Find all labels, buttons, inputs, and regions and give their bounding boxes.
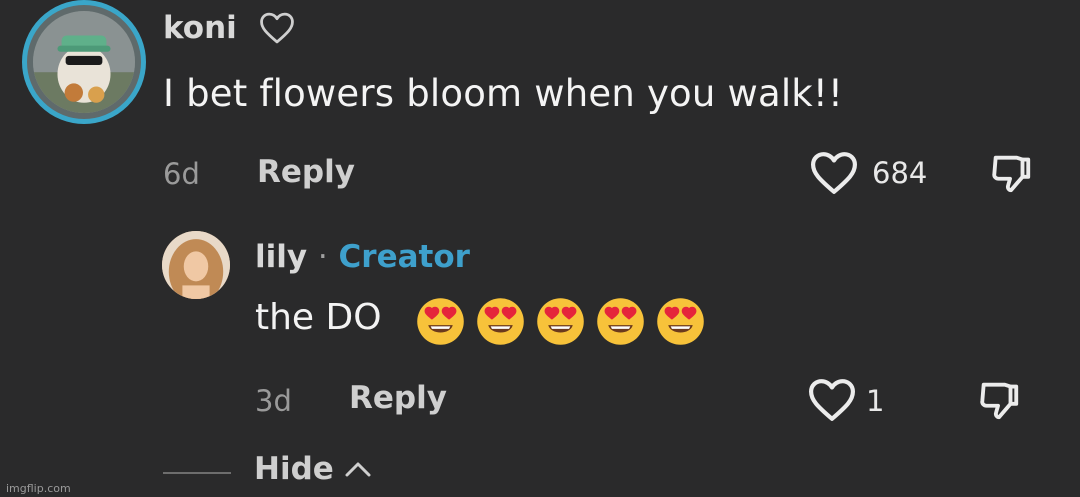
reply-like-heart-icon[interactable] (806, 377, 858, 423)
reply-username-line: lily · Creator (255, 239, 470, 275)
dislike-icon[interactable] (988, 150, 1034, 196)
reply-timestamp: 3d (255, 384, 292, 418)
heart-eyes-emoji-icon (657, 298, 704, 345)
reply-reply-button[interactable]: Reply (349, 380, 447, 416)
reply-username[interactable]: lily (255, 239, 307, 275)
comment-timestamp: 6d (163, 157, 200, 191)
comment-text: I bet flowers bloom when you walk!! (163, 72, 843, 115)
comment-username[interactable]: koni (163, 10, 237, 46)
reply-dislike-icon[interactable] (976, 377, 1022, 423)
chevron-up-icon[interactable] (343, 459, 373, 479)
reply-text: the DO (255, 297, 382, 338)
reply-button[interactable]: Reply (257, 154, 355, 190)
separator-dot: · (317, 239, 328, 275)
heart-eyes-emoji-icon (477, 298, 524, 345)
divider-line (163, 472, 231, 474)
heart-outline-icon[interactable] (258, 11, 296, 45)
reply-like-count: 1 (866, 384, 885, 418)
creator-badge: Creator (338, 239, 470, 275)
heart-eyes-emoji-icon (417, 298, 464, 345)
emoji-row (416, 297, 705, 347)
watermark: imgflip.com (6, 482, 71, 495)
like-heart-icon[interactable] (808, 150, 860, 196)
hide-replies-button[interactable]: Hide (254, 451, 334, 487)
avatar[interactable] (22, 0, 146, 124)
heart-eyes-emoji-icon (537, 298, 584, 345)
reply-avatar[interactable] (162, 231, 230, 299)
avatar-image (33, 11, 135, 113)
heart-eyes-emoji-icon (597, 298, 644, 345)
like-count: 684 (872, 156, 928, 190)
